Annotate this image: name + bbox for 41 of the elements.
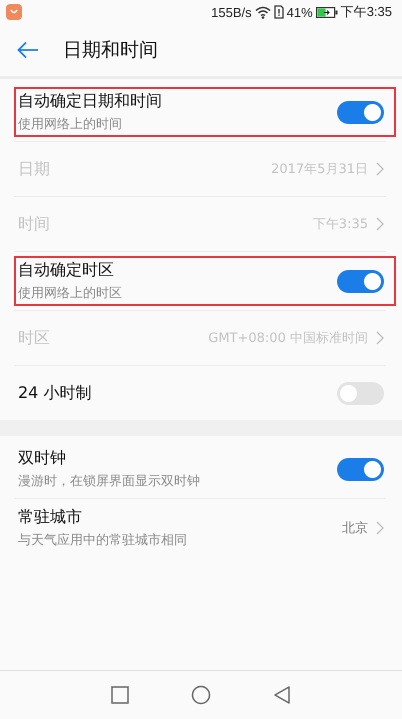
setting-title: 双时钟	[18, 448, 67, 469]
setting-value: 下午3:35	[312, 216, 368, 233]
chevron-right-icon	[376, 217, 384, 231]
toggle-switch[interactable]	[337, 382, 384, 404]
chevron-right-icon	[376, 162, 384, 176]
settings-row[interactable]: 双时钟 漫游时，在锁屏界面显示双时钟	[14, 440, 386, 499]
setting-title: 日期	[18, 158, 51, 180]
setting-value: 2017年5月31日	[271, 161, 368, 178]
sim-icon	[274, 5, 284, 19]
chevron-right-icon	[376, 521, 384, 535]
setting-title: 自动确定时区	[18, 260, 115, 281]
back-arrow-icon	[17, 41, 39, 59]
settings-row[interactable]: 24 小时制	[14, 366, 386, 420]
setting-title: 时区	[18, 328, 51, 348]
setting-description: 使用网络上的时间	[18, 116, 123, 133]
battery-percent: 41%	[286, 4, 313, 20]
setting-description: 与天气应用中的常驻城市相同	[18, 532, 188, 549]
recents-button[interactable]	[111, 686, 129, 704]
setting-description: 漫游时，在锁屏界面显示双时钟	[18, 473, 201, 490]
setting-description: 使用网络上的时区	[18, 285, 123, 302]
setting-title: 自动确定日期和时间	[18, 91, 163, 112]
page-title: 日期和时间	[63, 38, 158, 63]
toggle-switch[interactable]	[337, 270, 384, 292]
setting-title: 常驻城市	[18, 507, 83, 528]
home-button[interactable]	[191, 685, 211, 705]
setting-value: 北京	[342, 520, 368, 537]
clock: 下午3:35	[340, 3, 392, 21]
app-notification-icon	[6, 4, 22, 20]
setting-title: 时间	[18, 214, 51, 234]
back-button[interactable]	[273, 685, 291, 705]
settings-row[interactable]: 自动确定日期和时间 使用网络上的时间	[14, 83, 386, 142]
toggle-switch[interactable]	[337, 100, 384, 124]
chevron-right-icon	[376, 331, 384, 345]
settings-row[interactable]: 自动确定时区 使用网络上的时区	[14, 252, 386, 311]
settings-row[interactable]: 常驻城市 与天气应用中的常驻城市相同 北京	[14, 499, 386, 557]
setting-value: GMT+08:00 中国标准时间	[208, 330, 368, 347]
network-speed: 155B/s	[211, 4, 252, 20]
battery-charging-icon	[316, 6, 338, 18]
toggle-switch[interactable]	[337, 458, 384, 480]
wifi-icon	[254, 6, 271, 18]
setting-title: 24 小时制	[18, 382, 92, 404]
